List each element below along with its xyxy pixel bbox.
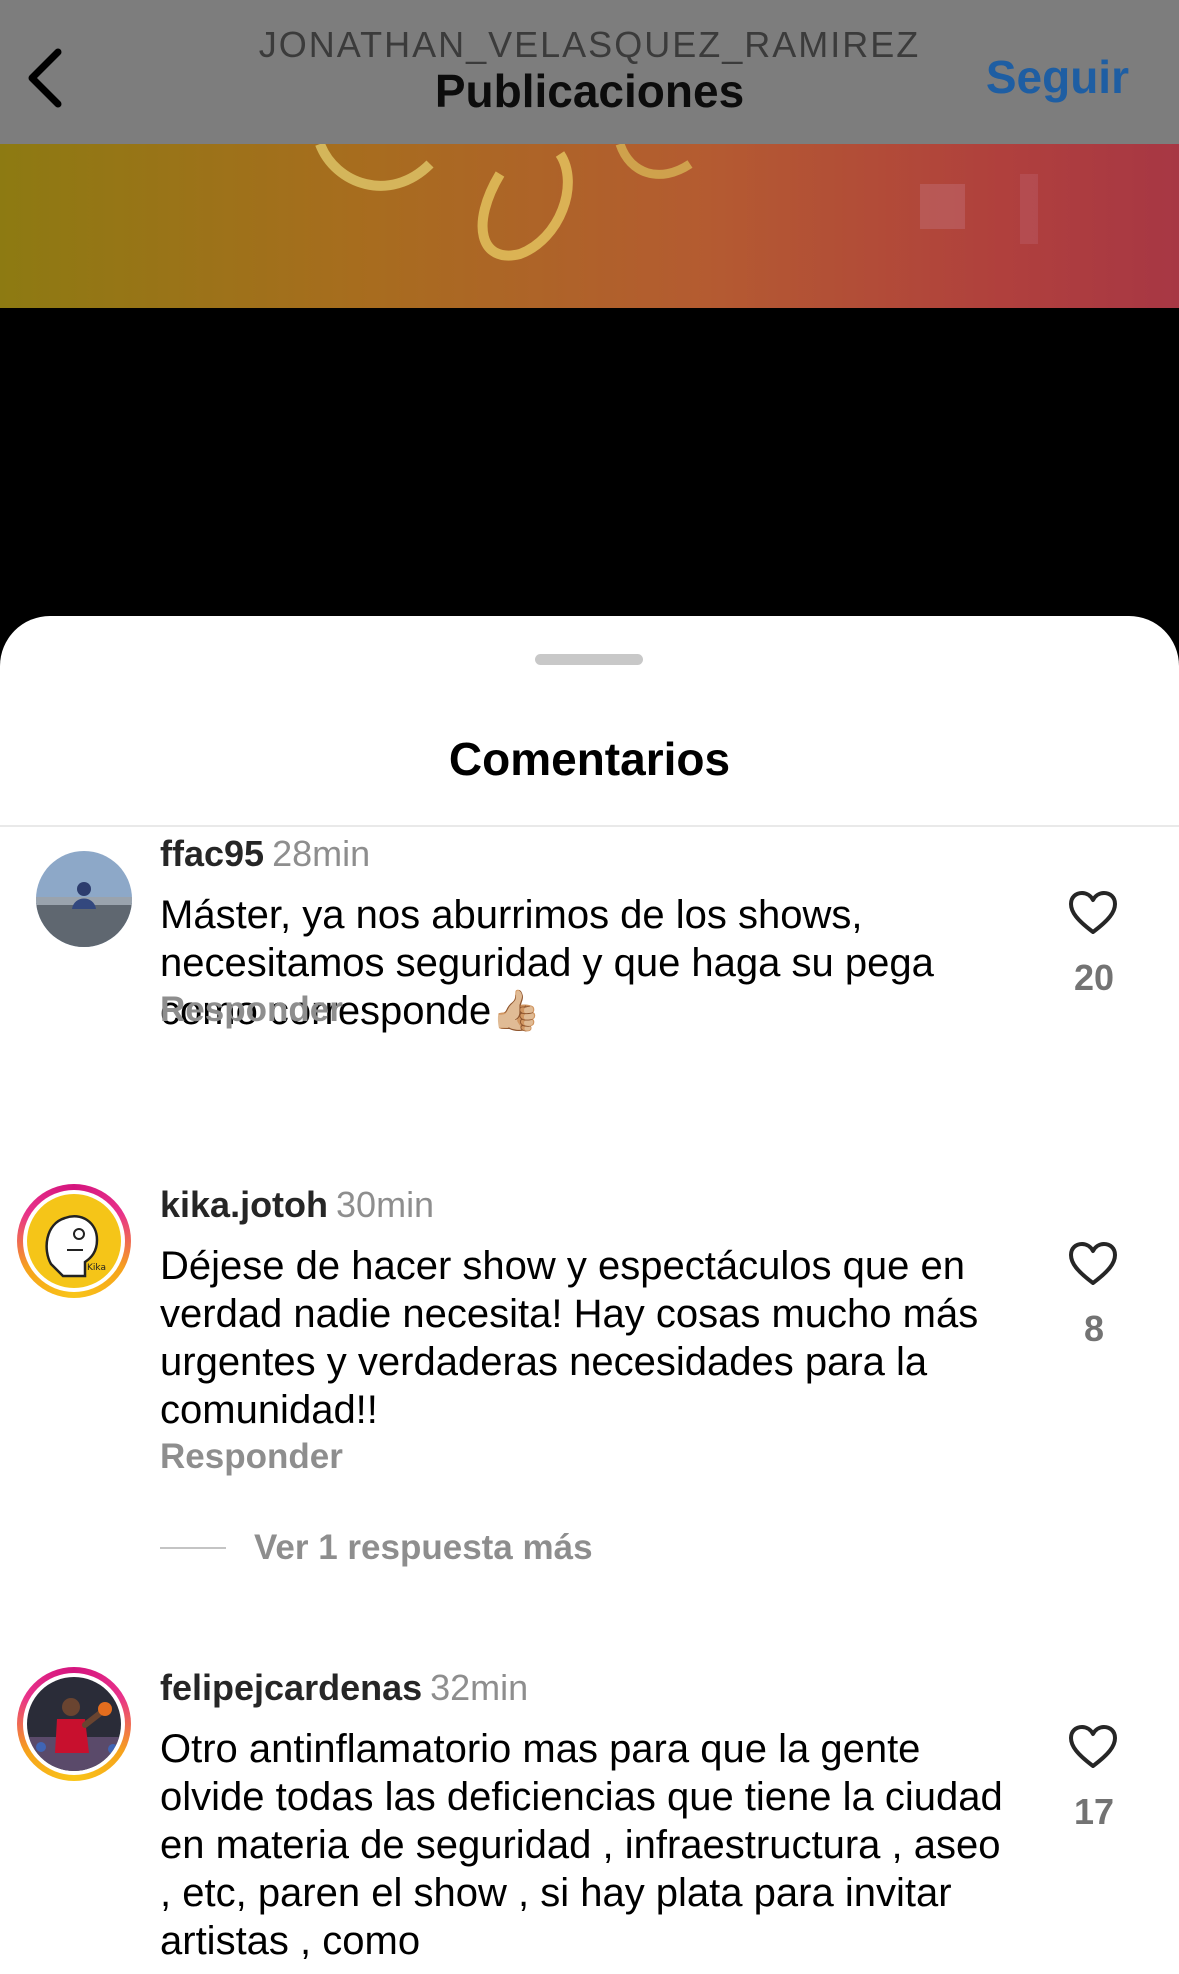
avatar[interactable] (36, 851, 132, 947)
comment-username[interactable]: ffac95 (160, 833, 264, 874)
divider (0, 825, 1179, 827)
comment-username[interactable]: kika.jotoh (160, 1184, 328, 1225)
thread-line (160, 1547, 226, 1549)
avatar[interactable] (17, 1667, 131, 1781)
comment-time: 30min (336, 1184, 435, 1225)
comment-meta: ffac95 28min (160, 833, 370, 875)
comment-meta: kika.jotoh 30min (160, 1184, 434, 1226)
avatar-photo (27, 1677, 121, 1771)
post-artwork (315, 144, 1038, 261)
comment-username[interactable]: felipejcardenas (160, 1667, 422, 1708)
heart-outline-icon (1069, 1725, 1117, 1768)
view-more-replies-button[interactable]: Ver 1 respuesta más (160, 1528, 593, 1568)
reply-button[interactable]: Responder (160, 1437, 343, 1477)
comment-time: 32min (430, 1667, 529, 1708)
heart-outline-icon (1069, 891, 1117, 934)
post-image[interactable] (0, 144, 1179, 308)
svg-text:Kika: Kika (87, 1263, 106, 1273)
view-more-replies-label: Ver 1 respuesta más (254, 1528, 593, 1567)
comment-time: 28min (272, 833, 371, 874)
like-count: 8 (1083, 1308, 1105, 1349)
comment-text: Déjese de hacer show y espectáculos que … (160, 1244, 979, 1432)
comment-text: Otro antinflamatorio mas para que la gen… (160, 1727, 1003, 1963)
avatar-photo (36, 851, 132, 947)
avatar-photo: Kika (27, 1194, 121, 1288)
like-button[interactable] (1067, 1240, 1119, 1288)
sheet-drag-handle[interactable] (535, 654, 643, 665)
top-navigation-bar: JONATHAN_VELASQUEZ_RAMIREZ Publicaciones… (0, 0, 1179, 144)
heart-outline-icon (1069, 1242, 1117, 1285)
avatar[interactable]: Kika (17, 1184, 131, 1298)
comment-meta: felipejcardenas 32min (160, 1667, 528, 1709)
post-media-area (0, 308, 1179, 628)
like-count: 17 (1073, 1791, 1115, 1832)
avatar-image (27, 1677, 121, 1771)
reply-button[interactable]: Responder (160, 990, 343, 1030)
avatar-image: Kika (27, 1194, 121, 1288)
like-button[interactable] (1067, 1723, 1119, 1771)
follow-button[interactable]: Seguir (986, 50, 1129, 104)
sheet-title: Comentarios (448, 733, 731, 785)
comments-sheet: Comentarios ffac95 28min Máster, ya nos a… (0, 616, 1179, 1974)
like-count: 20 (1073, 957, 1115, 998)
like-button[interactable] (1067, 889, 1119, 937)
